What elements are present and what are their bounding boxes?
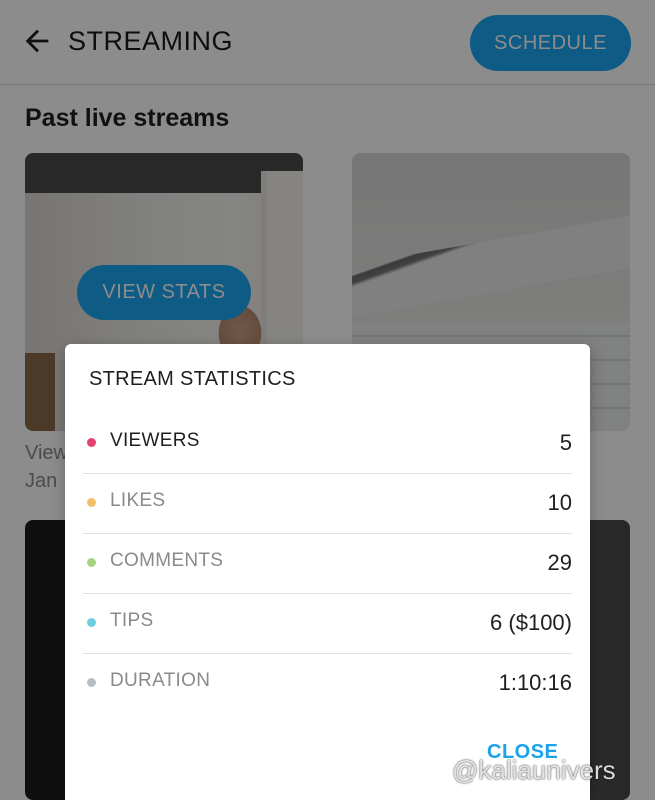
stat-label: VIEWERS — [110, 430, 200, 451]
stat-label: COMMENTS — [110, 550, 224, 571]
stream-statistics-dialog: STREAM STATISTICS VIEWERS 5 LIKES 10 COM… — [65, 344, 590, 800]
stat-row-likes: LIKES 10 — [83, 474, 572, 534]
stat-value: 29 — [547, 550, 572, 575]
comments-dot-icon — [87, 558, 96, 567]
stat-row-comments: COMMENTS 29 — [83, 534, 572, 594]
stat-value: 10 — [547, 490, 572, 515]
likes-dot-icon — [87, 498, 96, 507]
stat-value: 6 ($100) — [490, 610, 572, 635]
stat-row-tips: TIPS 6 ($100) — [83, 594, 572, 654]
stat-label: DURATION — [110, 670, 211, 691]
stat-value: 1:10:16 — [498, 670, 572, 695]
dialog-title: STREAM STATISTICS — [89, 368, 296, 390]
watermark-text: @kaliaunivers — [452, 755, 616, 785]
stat-row-duration: DURATION 1:10:16 — [83, 654, 572, 714]
duration-dot-icon — [87, 678, 96, 687]
stat-label: LIKES — [110, 490, 166, 511]
stat-row-viewers: VIEWERS 5 — [83, 414, 572, 474]
tips-dot-icon — [87, 618, 96, 627]
stat-label: TIPS — [110, 610, 154, 631]
stat-value: 5 — [559, 430, 572, 455]
viewers-dot-icon — [87, 438, 96, 447]
